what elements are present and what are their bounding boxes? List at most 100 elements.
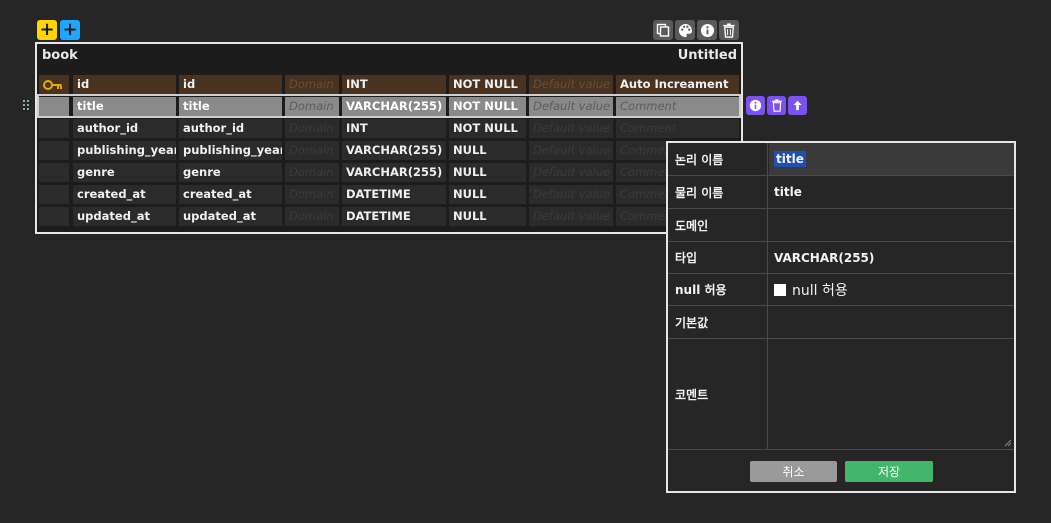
logical-name-cell[interactable]: updated_at: [73, 207, 176, 226]
physical-name-cell[interactable]: author_id: [179, 119, 282, 138]
add-memo-button[interactable]: +: [60, 20, 80, 40]
data-type-cell[interactable]: DATETIME: [342, 207, 446, 226]
comment-cell[interactable]: Comment: [616, 97, 739, 116]
key-icon: [43, 80, 62, 90]
domain-cell[interactable]: Domain: [285, 141, 339, 160]
comment-cell[interactable]: Auto Increament: [616, 75, 739, 94]
column-row[interactable]: publishing_year publishing_year Domain VARC…: [39, 140, 739, 160]
default-label: 기본값: [668, 306, 768, 338]
copy-icon[interactable]: [653, 20, 673, 40]
logical-name-input[interactable]: title: [769, 143, 1014, 175]
nullable-cell[interactable]: NULL: [449, 141, 526, 160]
column-row[interactable]: created_at created_at Domain DATETIME NULL De…: [39, 184, 739, 204]
default-input[interactable]: [769, 306, 1014, 338]
domain-cell[interactable]: Domain: [285, 207, 339, 226]
trash-icon[interactable]: [719, 20, 739, 40]
logical-name-cell[interactable]: author_id: [73, 119, 176, 138]
data-type-cell[interactable]: DATETIME: [342, 185, 446, 204]
key-cell: [39, 119, 69, 138]
plus-icon: +: [39, 19, 55, 40]
domain-row: 도메인: [668, 209, 1014, 242]
key-cell: [39, 141, 69, 160]
domain-cell[interactable]: Domain: [285, 75, 339, 94]
physical-name-cell[interactable]: title: [179, 97, 282, 116]
logical-name-cell[interactable]: title: [73, 97, 176, 116]
default-row: 기본값: [668, 306, 1014, 339]
data-type-cell[interactable]: INT: [342, 119, 446, 138]
table-card[interactable]: book Untitled id id Domain INT NOT NULL Defau…: [35, 42, 743, 234]
column-row[interactable]: genre genre Domain VARCHAR(255) NULL Default …: [39, 162, 739, 182]
default-value-cell[interactable]: Default value: [529, 185, 613, 204]
data-type-cell[interactable]: VARCHAR(255): [342, 163, 446, 182]
key-cell: [39, 97, 69, 116]
physical-name-cell[interactable]: publishing_year: [179, 141, 282, 160]
physical-name-label: 물리 이름: [668, 176, 768, 208]
nullable-cell[interactable]: NOT NULL: [449, 75, 526, 94]
type-input[interactable]: VARCHAR(255): [769, 242, 1014, 273]
domain-cell[interactable]: Domain: [285, 119, 339, 138]
resize-grip-icon[interactable]: [1004, 439, 1012, 447]
nullable-cell[interactable]: NULL: [449, 207, 526, 226]
domain-cell[interactable]: Domain: [285, 185, 339, 204]
physical-name-cell[interactable]: created_at: [179, 185, 282, 204]
palette-icon[interactable]: [675, 20, 695, 40]
column-detail-panel: 논리 이름 title 물리 이름 title 도메인 타입 VARCHAR(2…: [666, 141, 1016, 493]
nullable-row: null 허용 null 허용: [668, 274, 1014, 306]
column-row[interactable]: title title Domain VARCHAR(255) NOT NULL Defa…: [37, 94, 741, 118]
column-toolbar: [746, 96, 807, 115]
plus-icon: +: [62, 19, 78, 40]
comment-textarea[interactable]: [769, 339, 1014, 449]
drag-handle-icon[interactable]: [22, 99, 32, 113]
arrow-up-icon[interactable]: [788, 96, 807, 115]
physical-name-input[interactable]: title: [769, 176, 1014, 208]
default-value-cell[interactable]: Default value: [529, 75, 613, 94]
nullable-label: null 허용: [668, 274, 768, 305]
domain-cell[interactable]: Domain: [285, 97, 339, 116]
key-cell: [39, 207, 69, 226]
add-table-button[interactable]: +: [37, 20, 57, 40]
data-type-cell[interactable]: INT: [342, 75, 446, 94]
key-cell: [39, 185, 69, 204]
default-value-cell[interactable]: Default value: [529, 97, 613, 116]
default-value-cell[interactable]: Default value: [529, 163, 613, 182]
table-toolbar: [653, 20, 739, 40]
column-row[interactable]: updated_at updated_at Domain DATETIME NULL De…: [39, 206, 739, 226]
table-header: book Untitled: [37, 44, 741, 70]
column-row[interactable]: id id Domain INT NOT NULL Default value Auto I…: [39, 74, 739, 94]
logical-name-row: 논리 이름 title: [668, 143, 1014, 176]
logical-name-cell[interactable]: genre: [73, 163, 176, 182]
info-icon[interactable]: [697, 20, 717, 40]
data-type-cell[interactable]: VARCHAR(255): [342, 97, 446, 116]
nullable-cell[interactable]: NULL: [449, 185, 526, 204]
physical-name-cell[interactable]: genre: [179, 163, 282, 182]
logical-name-label: 논리 이름: [668, 143, 768, 175]
type-label: 타입: [668, 242, 768, 273]
comment-cell[interactable]: Comment: [616, 119, 739, 138]
physical-name-row: 물리 이름 title: [668, 176, 1014, 209]
physical-name-cell[interactable]: updated_at: [179, 207, 282, 226]
save-button[interactable]: 저장: [845, 461, 933, 482]
nullable-toggle[interactable]: null 허용: [769, 274, 1014, 305]
key-cell: [39, 163, 69, 182]
cancel-button[interactable]: 취소: [750, 461, 837, 482]
column-row[interactable]: author_id author_id Domain INT NOT NULL Defau…: [39, 118, 739, 138]
table-comment[interactable]: Untitled: [678, 48, 737, 63]
nullable-cell[interactable]: NOT NULL: [449, 97, 526, 116]
comment-label: 코멘트: [668, 339, 768, 449]
domain-input[interactable]: [769, 209, 1014, 241]
default-value-cell[interactable]: Default value: [529, 119, 613, 138]
logical-name-cell[interactable]: publishing_year: [73, 141, 176, 160]
default-value-cell[interactable]: Default value: [529, 207, 613, 226]
nullable-cell[interactable]: NOT NULL: [449, 119, 526, 138]
default-value-cell[interactable]: Default value: [529, 141, 613, 160]
logical-name-cell[interactable]: id: [73, 75, 176, 94]
info-icon[interactable]: [746, 96, 765, 115]
trash-icon[interactable]: [767, 96, 786, 115]
nullable-checkbox[interactable]: [774, 283, 786, 296]
physical-name-cell[interactable]: id: [179, 75, 282, 94]
data-type-cell[interactable]: VARCHAR(255): [342, 141, 446, 160]
table-name[interactable]: book: [42, 48, 78, 63]
domain-cell[interactable]: Domain: [285, 163, 339, 182]
nullable-cell[interactable]: NULL: [449, 163, 526, 182]
logical-name-cell[interactable]: created_at: [73, 185, 176, 204]
